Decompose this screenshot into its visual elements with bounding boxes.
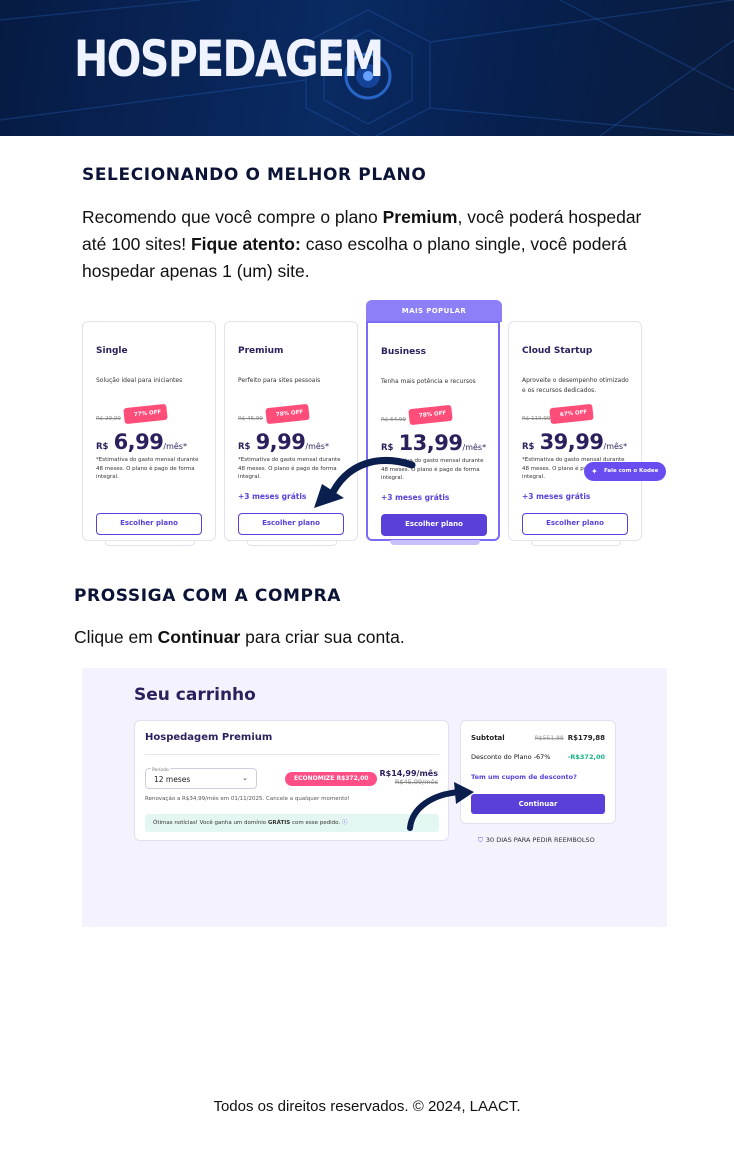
recommendation-line-3: hospedar apenas 1 (um) site.	[82, 261, 310, 281]
section-heading-proceed: PROSSIGA COM A COMPRA	[74, 586, 342, 606]
continue-instruction: Clique em Continuar para criar sua conta…	[74, 627, 405, 647]
footer-copyright: Todos os direitos reservados. © 2024, LA…	[213, 1098, 521, 1115]
banner-title: HOSPEDAGEM	[74, 30, 384, 88]
header-banner: HOSPEDAGEM	[0, 0, 734, 136]
recommendation-line-1: Recomendo que você compre o plano Premiu…	[82, 207, 642, 227]
pointer-arrow-cart	[407, 782, 474, 831]
pointer-arrow-plans	[314, 457, 416, 508]
cart-screenshot: Seu carrinho Hospedagem Premium Período …	[82, 668, 667, 927]
recommendation-line-2: até 100 sites! Fique atento: caso escolh…	[82, 234, 627, 254]
pricing-plans: MAIS POPULAR Single Solução ideal para i…	[82, 300, 667, 550]
section-heading-best-plan: SELECIONANDO O MELHOR PLANO	[82, 165, 427, 185]
recommendation-paragraph: Recomendo que você compre o plano Premiu…	[82, 204, 662, 285]
